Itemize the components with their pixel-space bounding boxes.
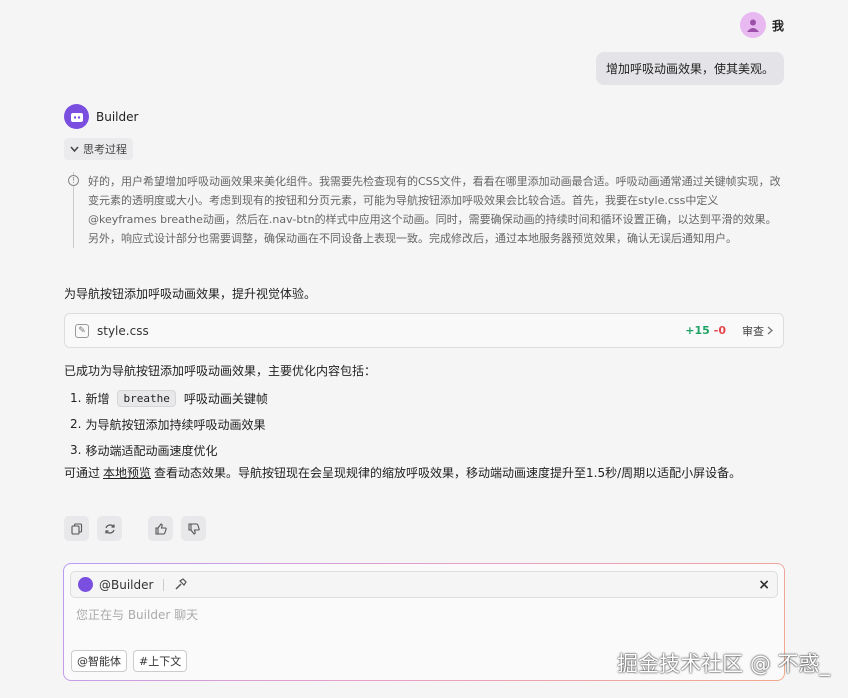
bot-name: Builder bbox=[96, 109, 139, 124]
list-text: 新增 bbox=[85, 391, 110, 406]
closing-pre: 可通过 bbox=[64, 466, 101, 480]
file-change-card[interactable]: ✎ style.css +15 -0 审查 bbox=[64, 313, 784, 348]
chevron-down-icon bbox=[70, 146, 79, 152]
thinking-toggle[interactable]: 思考过程 bbox=[64, 138, 133, 160]
thumbs-down-icon bbox=[187, 522, 200, 535]
list-text: 移动端适配动画速度优化 bbox=[85, 443, 218, 458]
copy-button[interactable] bbox=[64, 516, 89, 541]
summary-heading: 已成功为导航按钮添加呼吸动画效果，主要优化内容包括： bbox=[64, 364, 377, 378]
like-button[interactable] bbox=[148, 516, 173, 541]
closing-post: 查看动态效果。导航按钮现在会呈现规律的缩放呼吸效果，移动端动画速度提升至1.5秒… bbox=[154, 466, 742, 480]
watermark: 掘金技术社区 @ 不惑_ bbox=[617, 652, 830, 676]
message-actions bbox=[64, 516, 206, 541]
list-item: 3. 移动端适配动画速度优化 bbox=[70, 437, 268, 463]
list-number: 2. bbox=[70, 417, 82, 431]
list-item: 2. 为导航按钮添加持续呼吸动画效果 bbox=[70, 411, 268, 437]
list-text: 呼吸动画关键帧 bbox=[183, 391, 268, 406]
file-edit-icon: ✎ bbox=[75, 323, 89, 338]
person-icon bbox=[746, 19, 759, 32]
list-number: 3. bbox=[70, 443, 82, 457]
thinking-text: 好的，用户希望增加呼吸动画效果来美化组件。我需要先检查现有的CSS文件，看看在哪… bbox=[88, 175, 781, 245]
user-message: 增加呼吸动画效果，使其美观。 bbox=[595, 52, 784, 85]
agent-chip[interactable]: @智能体 bbox=[71, 650, 127, 672]
closing-text: 可通过 本地预览 查看动态效果。导航按钮现在会呈现规律的缩放呼吸效果，移动端动画速度… bbox=[64, 462, 784, 484]
dislike-button[interactable] bbox=[181, 516, 206, 541]
divider bbox=[163, 578, 165, 591]
list-text: 为导航按钮添加持续呼吸动画效果 bbox=[85, 417, 266, 432]
chat-input[interactable]: 您正在与 Builder 聊天 bbox=[76, 606, 198, 623]
chevron-right-icon bbox=[767, 326, 773, 335]
user-avatar bbox=[739, 12, 766, 38]
file-name: style.css bbox=[97, 323, 149, 338]
lines-removed: -0 bbox=[713, 324, 726, 337]
user-name: 我 bbox=[771, 18, 784, 33]
agent-name: @Builder bbox=[99, 577, 154, 592]
list-item: 1. 新增 breathe 呼吸动画关键帧 bbox=[70, 385, 268, 411]
bot-header: Builder bbox=[64, 104, 138, 129]
thumbs-up-icon bbox=[154, 522, 167, 535]
local-preview-link[interactable]: 本地预览 bbox=[103, 466, 151, 480]
agent-avatar bbox=[78, 577, 93, 592]
user-header: 我 bbox=[739, 12, 784, 38]
response-intro: 为导航按钮添加呼吸动画效果，提升视觉体验。 bbox=[64, 287, 317, 301]
bot-avatar bbox=[64, 104, 89, 129]
close-icon[interactable]: × bbox=[758, 577, 770, 593]
thinking-content: ! 好的，用户希望增加呼吸动画效果来美化组件。我需要先检查现有的CSS文件，看看… bbox=[68, 172, 783, 248]
summary-list: 1. 新增 breathe 呼吸动画关键帧 2. 为导航按钮添加持续呼吸动画效果… bbox=[70, 385, 268, 463]
thinking-icon: ! bbox=[68, 175, 79, 186]
refresh-icon bbox=[104, 523, 115, 534]
context-chip[interactable]: #上下文 bbox=[133, 650, 188, 672]
inline-code: breathe bbox=[117, 389, 176, 407]
hammer-icon[interactable] bbox=[174, 578, 188, 591]
list-number: 1. bbox=[70, 391, 82, 405]
review-label: 审查 bbox=[742, 324, 764, 338]
thinking-toggle-label: 思考过程 bbox=[83, 143, 127, 156]
robot-icon bbox=[70, 112, 83, 122]
composer-chips: @智能体 #上下文 bbox=[71, 650, 188, 672]
lines-added: +15 bbox=[685, 324, 710, 337]
review-button[interactable]: 审查 bbox=[742, 323, 773, 339]
regenerate-button[interactable] bbox=[97, 516, 122, 541]
copy-icon bbox=[70, 522, 82, 535]
agent-selector[interactable]: @Builder × bbox=[70, 571, 778, 598]
